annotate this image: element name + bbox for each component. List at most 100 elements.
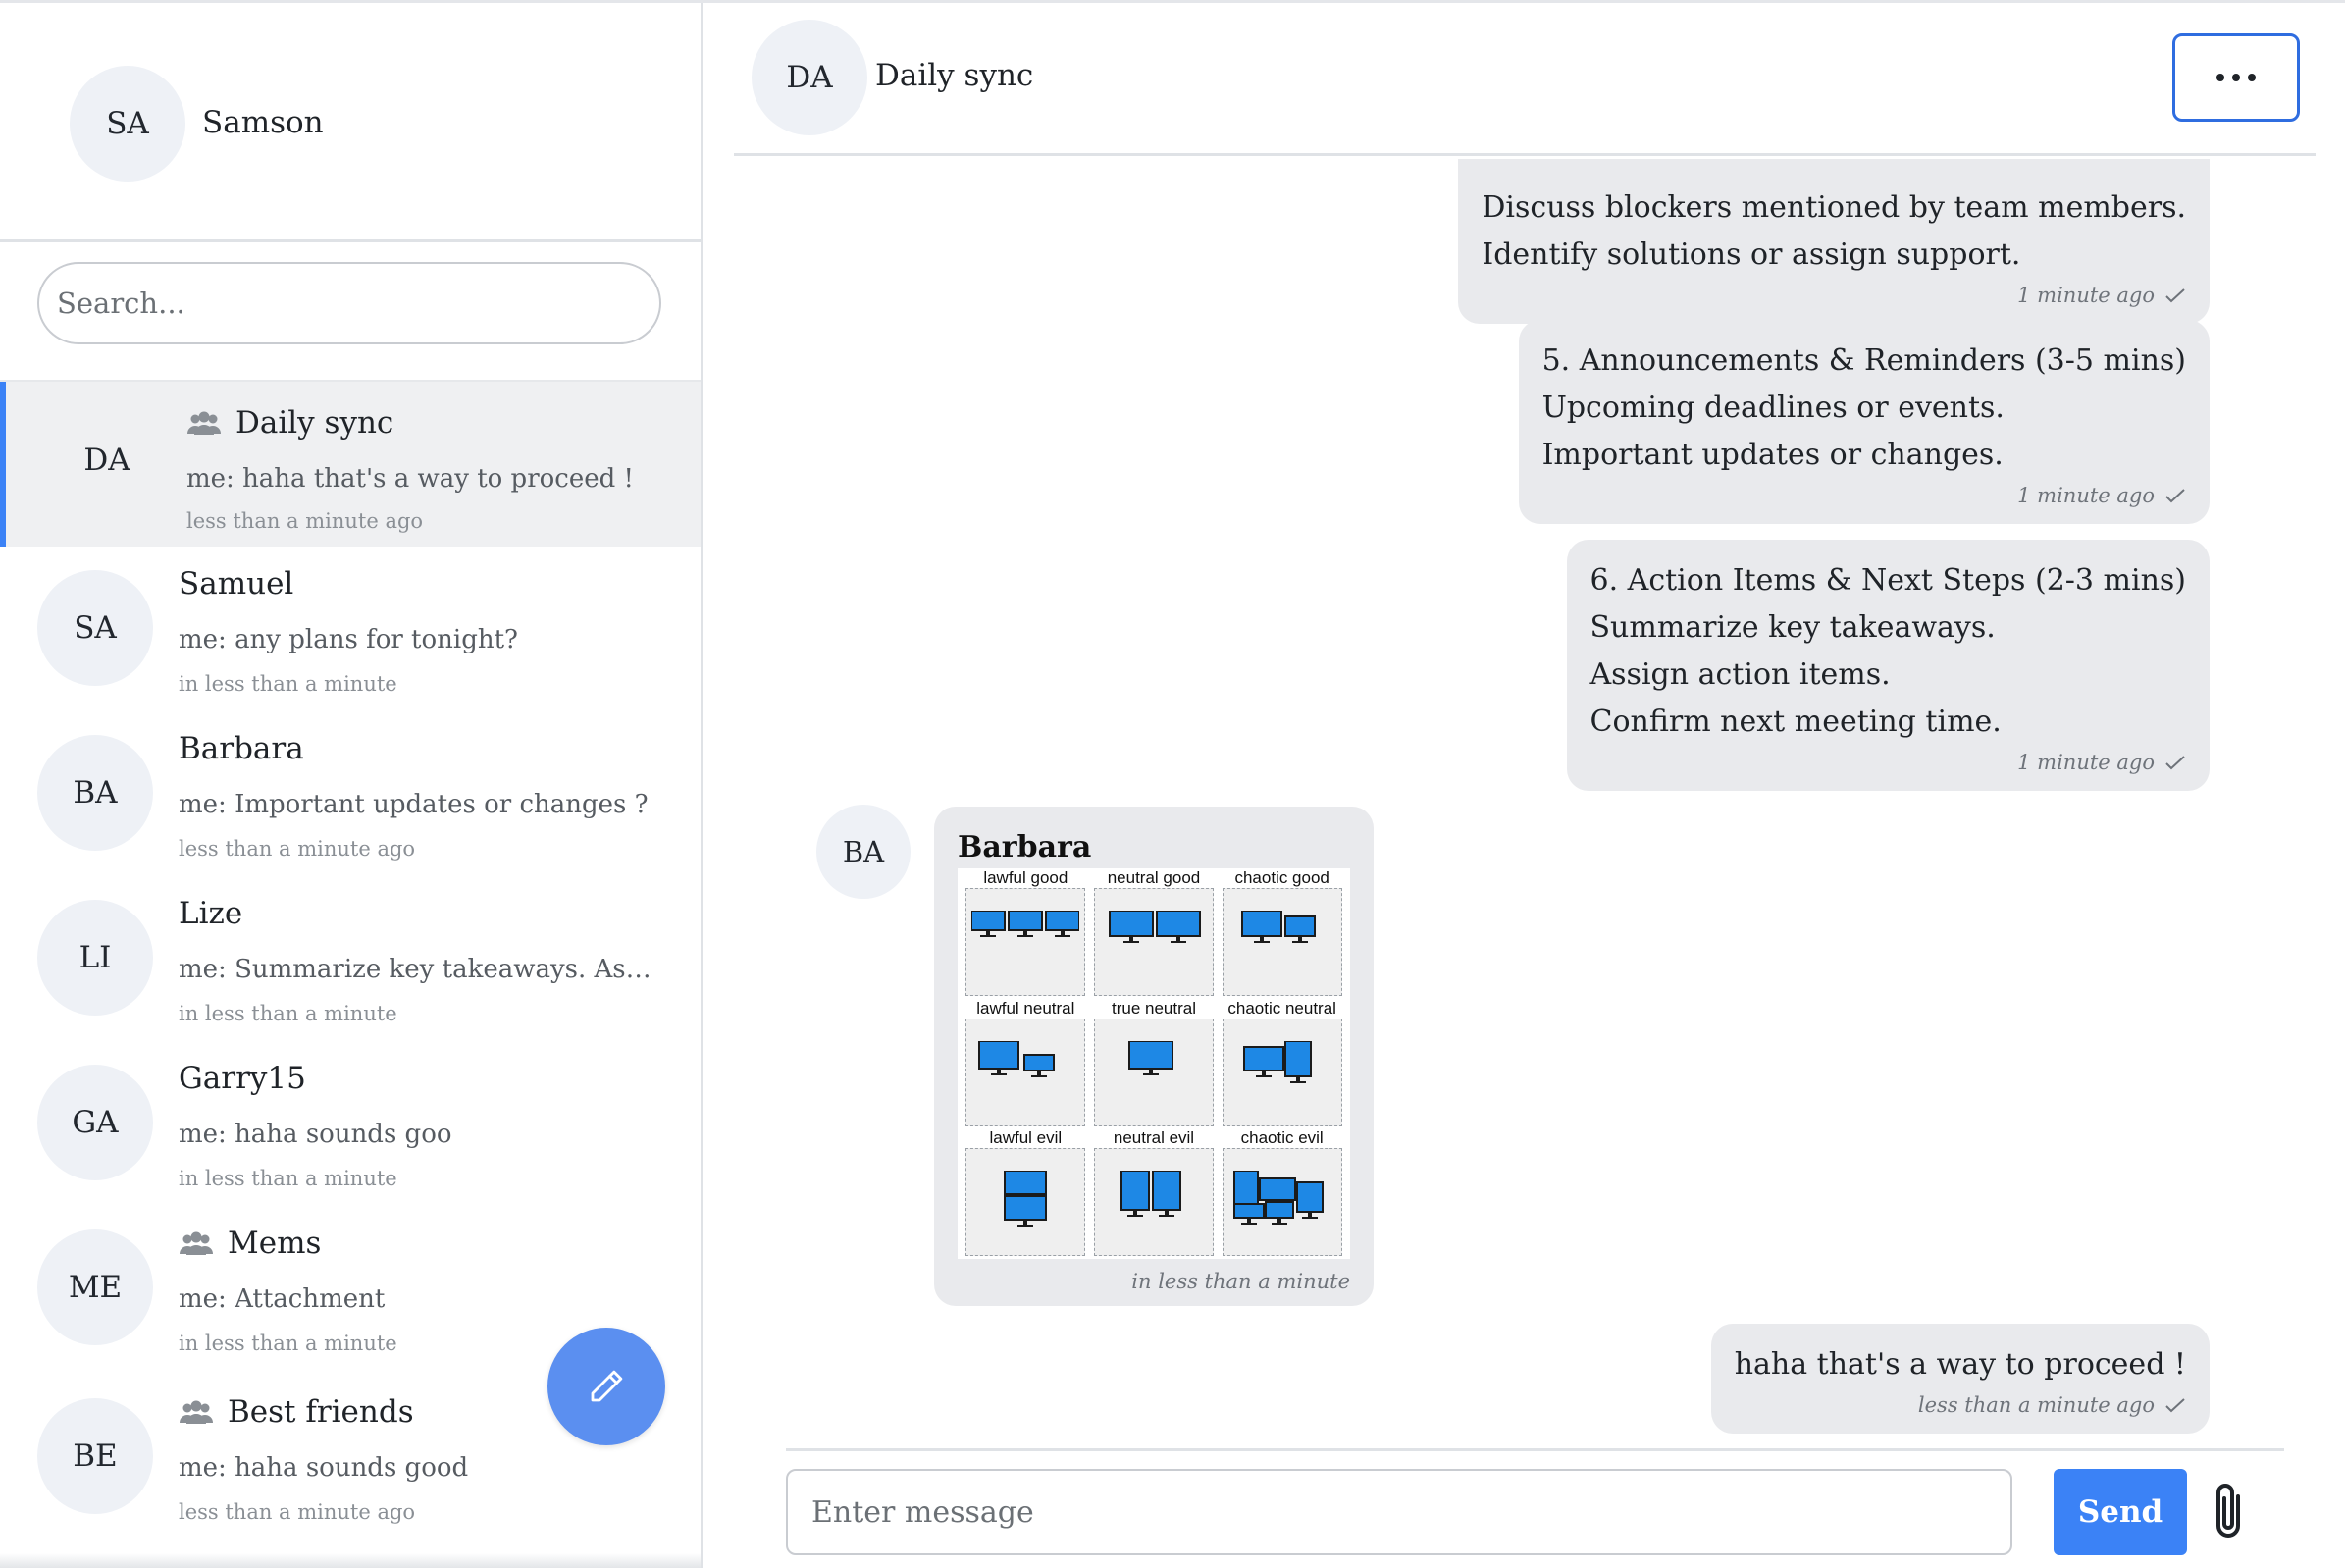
avatar: DA xyxy=(49,402,165,518)
message-line: 6. Action Items & Next Steps (2-3 mins) xyxy=(1589,563,2187,598)
new-conversation-button[interactable] xyxy=(547,1328,665,1445)
alignment-cell: true neutral xyxy=(1090,999,1219,1129)
monitor-setup-image xyxy=(965,888,1086,996)
alignment-label: lawful evil xyxy=(989,1128,1063,1148)
check-icon xyxy=(2165,756,2185,770)
monitor-setup-image xyxy=(1222,1148,1342,1257)
avatar: SA xyxy=(37,570,153,686)
avatar: GA xyxy=(37,1065,153,1180)
monitor-setup-image xyxy=(965,1018,1086,1126)
conversation-preview: me: haha sounds good xyxy=(179,1453,469,1483)
message-list: . Discuss blockers mentioned by team mem… xyxy=(734,159,2316,1448)
more-options-button[interactable] xyxy=(2172,33,2300,122)
conversation-title: Barbara xyxy=(179,731,304,766)
conversation-time: less than a minute ago xyxy=(179,1500,416,1524)
message-composer: Send xyxy=(786,1448,2284,1568)
message-line: 5. Announcements & Reminders (3-5 mins) xyxy=(1541,343,2186,378)
message-input[interactable] xyxy=(786,1469,2012,1555)
conversation-item-samuel[interactable]: SA Samuel me: any plans for tonight? in … xyxy=(0,547,701,711)
message-time: 1 minute ago xyxy=(2017,284,2155,307)
alignment-cell: chaotic good xyxy=(1218,868,1346,999)
search-input[interactable] xyxy=(37,262,661,344)
message-line: haha that's a way to proceed ! xyxy=(1734,1347,2186,1382)
alignment-label: neutral good xyxy=(1107,868,1201,887)
group-icon xyxy=(180,1400,213,1424)
monitor-icon xyxy=(1232,1171,1324,1226)
ellipsis-icon xyxy=(2216,74,2224,81)
conversation-title: Lize xyxy=(179,896,242,931)
monitor-icon xyxy=(1120,1171,1181,1218)
conversation-name: Garry15 xyxy=(179,1061,306,1096)
message-line: Summarize key takeaways. xyxy=(1589,610,1996,645)
message-line: Confirm next meeting time. xyxy=(1589,705,2002,739)
monitor-icon xyxy=(1108,911,1201,943)
conversation-time: less than a minute ago xyxy=(179,837,416,861)
monitor-setup-image xyxy=(1093,1018,1214,1126)
conversation-name: Barbara xyxy=(179,731,304,766)
conversation-preview: me: haha that's a way to proceed ! xyxy=(186,464,634,494)
avatar: BA xyxy=(816,805,911,899)
avatar: SA xyxy=(70,66,185,182)
message-line: Upcoming deadlines or events. xyxy=(1541,391,2005,425)
conversation-preview: me: Attachment xyxy=(179,1284,386,1314)
sidebar-scroll-shadow xyxy=(0,1553,701,1568)
alignment-cell: chaotic evil xyxy=(1218,1128,1346,1259)
message-meta: 1 minute ago xyxy=(1590,750,2187,775)
monitor-setup-image xyxy=(1093,1148,1214,1257)
sent-message: 5. Announcements & Reminders (3-5 mins) … xyxy=(1518,320,2210,524)
alignment-label: lawful good xyxy=(983,868,1068,887)
current-user-name: Samson xyxy=(202,105,324,140)
conversation-name: Samuel xyxy=(179,566,294,601)
avatar: BE xyxy=(37,1398,153,1514)
message-time: in less than a minute xyxy=(1131,1270,1350,1293)
alignment-cell: lawful good xyxy=(962,868,1090,999)
sender-name: Barbara xyxy=(958,830,1092,864)
alignment-label: neutral evil xyxy=(1113,1128,1195,1148)
monitor-icon xyxy=(1242,1040,1312,1083)
monitor-icon xyxy=(1004,1171,1048,1228)
message-time: less than a minute ago xyxy=(1917,1393,2155,1417)
message-time: 1 minute ago xyxy=(2017,484,2155,507)
alignment-cell: lawful evil xyxy=(962,1128,1090,1259)
conversation-time: in less than a minute xyxy=(179,1167,397,1190)
message-meta: in less than a minute xyxy=(958,1269,1350,1294)
message-line: Identify solutions or assign support. xyxy=(1482,237,2021,272)
monitor-icon xyxy=(1240,911,1316,943)
conversation-name: Daily sync xyxy=(235,405,394,441)
conversation-title: Samuel xyxy=(179,566,293,601)
conversation-title: Best friends xyxy=(179,1394,414,1430)
alignment-label: true neutral xyxy=(1111,998,1196,1018)
conversation-sidebar: SA Samson DA Daily sync me: haha that's … xyxy=(0,3,703,1568)
conversation-preview: me: Summarize key takeaways. Assign acti… xyxy=(179,955,659,984)
group-icon xyxy=(180,1231,213,1255)
alignment-label: lawful neutral xyxy=(976,998,1075,1018)
pencil-icon xyxy=(591,1370,623,1402)
conversation-item-garry15[interactable]: GA Garry15 me: haha sounds goo in less t… xyxy=(0,1041,701,1206)
check-icon xyxy=(2165,288,2185,303)
alignment-label: chaotic neutral xyxy=(1227,998,1336,1018)
send-button[interactable]: Send xyxy=(2054,1469,2187,1555)
monitor-icon xyxy=(978,1040,1056,1077)
attachment-image[interactable]: lawful good neutral good chaotic good lawfu… xyxy=(958,868,1350,1259)
avatar: DA xyxy=(752,20,867,135)
monitor-setup-image xyxy=(1093,888,1214,996)
alignment-cell: lawful neutral xyxy=(962,999,1090,1129)
message-line: Discuss blockers mentioned by team membe… xyxy=(1482,190,2186,225)
conversation-title: Daily sync xyxy=(186,405,393,441)
message-time: 1 minute ago xyxy=(2017,751,2155,774)
alignment-cell: neutral good xyxy=(1090,868,1219,999)
conversation-item-lize[interactable]: LI Lize me: Summarize key takeaways. Ass… xyxy=(0,876,701,1041)
conversation-item-daily-sync[interactable]: DA Daily sync me: haha that's a way to p… xyxy=(0,382,701,547)
conversation-time: in less than a minute xyxy=(179,672,397,696)
paperclip-icon[interactable] xyxy=(2211,1481,2250,1543)
conversation-time: in less than a minute xyxy=(179,1002,397,1025)
monitor-setup-image xyxy=(1222,888,1342,996)
conversation-name: Lize xyxy=(179,896,243,931)
alignment-cell: neutral evil xyxy=(1090,1128,1219,1259)
conversation-name: Best friends xyxy=(228,1394,414,1430)
conversation-title: Garry15 xyxy=(179,1061,306,1096)
conversation-item-barbara[interactable]: BA Barbara me: Important updates or chan… xyxy=(0,711,701,876)
received-message: Barbara lawful good neutral good chaotic g… xyxy=(934,807,1374,1306)
alignment-label: chaotic good xyxy=(1234,868,1329,887)
conversation-preview: me: Important updates or changes ? xyxy=(179,790,649,819)
